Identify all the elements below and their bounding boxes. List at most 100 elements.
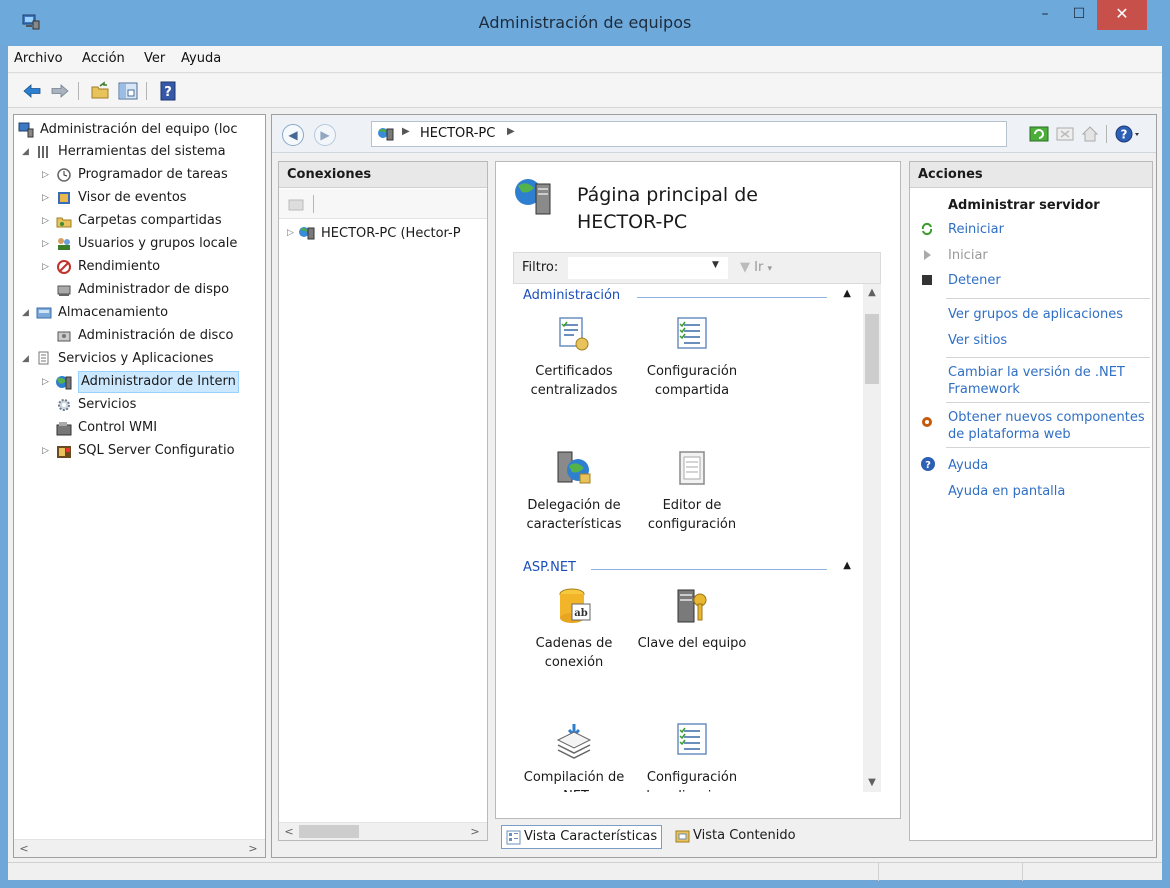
feature-item[interactable]: Delegación de características — [515, 448, 633, 548]
feature-label-line2: conexión — [544, 655, 604, 670]
computer-management-icon — [18, 122, 34, 138]
action-view-app-pools[interactable]: Ver grupos de aplicaciones — [948, 306, 1148, 323]
nav-back-button[interactable]: ◀ — [282, 124, 304, 146]
stop-icon — [922, 275, 932, 285]
nav-forward-button[interactable]: ▶ — [314, 124, 336, 146]
scroll-down-arrow-icon[interactable]: ▼ — [863, 774, 881, 792]
scroll-right-arrow-icon[interactable]: > — [467, 824, 483, 840]
tree-item[interactable]: ▷ SQL Server Configuratio — [14, 440, 264, 462]
go-button[interactable]: ▼ Ir ▾ — [740, 260, 772, 275]
feature-item[interactable]: ab Cadenas de conexión — [515, 586, 633, 686]
tree-item[interactable]: ◢ Almacenamiento — [14, 302, 264, 324]
tree-item[interactable]: ▷ Administrador de Intern — [14, 371, 264, 393]
expand-icon[interactable]: ▷ — [42, 210, 54, 232]
tree-item[interactable]: ◢ Herramientas del sistema — [14, 141, 264, 163]
filter-input[interactable] — [568, 257, 728, 279]
tree-item-icon — [56, 422, 72, 436]
action-get-web-components[interactable]: Obtener nuevos componentes de plataforma… — [948, 409, 1148, 443]
collapse-group-icon[interactable]: ▲ — [843, 288, 851, 299]
window-title: Administración de equipos — [478, 13, 692, 32]
tab-features-view[interactable]: Vista Características — [501, 825, 663, 849]
feature-label: Configuración compartida — [633, 362, 751, 400]
tree-item[interactable]: Servicios — [14, 394, 264, 416]
close-button[interactable]: ✕ — [1097, 0, 1147, 30]
tab-content-view[interactable]: Vista Contenido — [671, 825, 800, 849]
refresh-icon[interactable] — [1029, 124, 1049, 144]
show-hide-tree-icon[interactable] — [118, 81, 138, 101]
scroll-left-arrow-icon[interactable]: < — [281, 824, 297, 840]
feature-item[interactable]: Certificados centralizados — [515, 314, 633, 414]
tree-item[interactable]: ▷ Visor de eventos — [14, 187, 264, 209]
filter-dropdown-icon[interactable]: ▼ — [712, 260, 719, 270]
feature-item[interactable]: Editor de configuración — [633, 448, 751, 548]
feature-item[interactable]: Configuración de aplicaciones — [633, 720, 751, 792]
feature-item[interactable]: Clave del equipo — [633, 586, 751, 686]
tree-item[interactable]: ◢ Servicios y Aplicaciones — [14, 348, 264, 370]
features-vscrollbar[interactable]: ▲ ▼ — [863, 284, 881, 792]
up-folder-icon[interactable] — [90, 81, 110, 101]
collapse-group-icon[interactable]: ▲ — [843, 560, 851, 571]
collapse-icon[interactable]: ◢ — [22, 348, 34, 370]
funnel-icon: ▼ — [740, 260, 750, 275]
tree-hscrollbar[interactable]: < > — [14, 839, 265, 857]
action-online-help[interactable]: Ayuda en pantalla — [948, 483, 1148, 500]
tree-item[interactable]: ▷ Usuarios y grupos locale — [14, 233, 264, 255]
tree-item[interactable]: ▷ Carpetas compartidas — [14, 210, 264, 232]
stop-icon[interactable] — [1055, 124, 1075, 144]
feature-group-header[interactable]: Administración ▲ — [523, 286, 851, 306]
expand-icon[interactable]: ▷ — [42, 440, 54, 462]
feature-label: Configuración de aplicaciones — [633, 768, 751, 792]
tree-item[interactable]: Administración de disco — [14, 325, 264, 347]
action-start[interactable]: Iniciar — [948, 247, 1148, 264]
scroll-left-arrow-icon[interactable]: < — [16, 841, 32, 857]
feature-label-line1: Compilación de — [523, 770, 625, 785]
home-icon[interactable] — [1080, 124, 1100, 144]
minimize-button[interactable]: – — [1030, 0, 1060, 30]
tree-root[interactable]: Administración del equipo (loc — [16, 119, 265, 141]
expand-icon[interactable]: ▷ — [42, 164, 54, 186]
title-bar[interactable]: Administración de equipos – ☐ ✕ — [0, 0, 1170, 46]
scroll-up-arrow-icon[interactable]: ▲ — [863, 284, 881, 302]
console-tree[interactable]: Administración del equipo (loc ◢ Herramie… — [13, 114, 266, 858]
address-node[interactable]: HECTOR-PC — [420, 126, 495, 141]
expand-icon[interactable]: ▷ — [42, 256, 54, 278]
feature-item[interactable]: Configuración compartida — [633, 314, 751, 414]
action-view-sites[interactable]: Ver sitios — [948, 332, 1148, 349]
scroll-thumb[interactable] — [299, 825, 359, 838]
scroll-right-arrow-icon[interactable]: > — [245, 841, 261, 857]
connect-icon[interactable] — [287, 195, 305, 213]
tree-item[interactable]: Administrador de dispo — [14, 279, 264, 301]
connections-hscrollbar[interactable]: < > — [279, 822, 487, 840]
tree-item[interactable]: Control WMI — [14, 417, 264, 439]
expand-icon[interactable]: ▷ — [42, 187, 54, 209]
menu-ver[interactable]: Ver — [144, 51, 165, 66]
go-label: Ir — [754, 260, 764, 275]
expand-icon[interactable]: ▷ — [42, 233, 54, 255]
scroll-thumb[interactable] — [865, 314, 879, 384]
expand-icon[interactable]: ▷ — [287, 228, 294, 238]
tree-item[interactable]: ▷ Rendimiento — [14, 256, 264, 278]
menu-ayuda[interactable]: Ayuda — [181, 51, 221, 66]
menu-archivo[interactable]: Archivo — [14, 51, 63, 66]
maximize-button[interactable]: ☐ — [1064, 0, 1094, 30]
forward-arrow-icon[interactable] — [50, 81, 70, 101]
tree-item[interactable]: ▷ Programador de tareas — [14, 164, 264, 186]
help-icon[interactable]: ? — [158, 81, 178, 101]
collapse-icon[interactable]: ◢ — [22, 141, 34, 163]
expand-icon[interactable]: ▷ — [42, 371, 54, 393]
actions-divider — [946, 402, 1150, 403]
feature-item[interactable]: Compilación de .NET — [515, 720, 633, 792]
action-restart[interactable]: Reiniciar — [948, 221, 1148, 238]
help-icon: ? — [921, 457, 935, 471]
collapse-icon[interactable]: ◢ — [22, 302, 34, 324]
address-field[interactable]: ▶ HECTOR-PC ▶ — [371, 121, 1007, 147]
back-arrow-icon[interactable] — [22, 81, 42, 101]
tab-content-label: Vista Contenido — [693, 828, 796, 843]
help-dropdown-icon[interactable]: ? — [1114, 124, 1142, 144]
menu-accion[interactable]: Acción — [82, 51, 125, 66]
action-stop[interactable]: Detener — [948, 272, 1148, 289]
action-help[interactable]: Ayuda — [948, 457, 1148, 474]
action-change-net-version[interactable]: Cambiar la versión de .NET Framework — [948, 364, 1148, 398]
tree-item-label: Servicios y Aplicaciones — [58, 351, 214, 366]
feature-group-header[interactable]: ASP.NET ▲ — [523, 558, 851, 578]
